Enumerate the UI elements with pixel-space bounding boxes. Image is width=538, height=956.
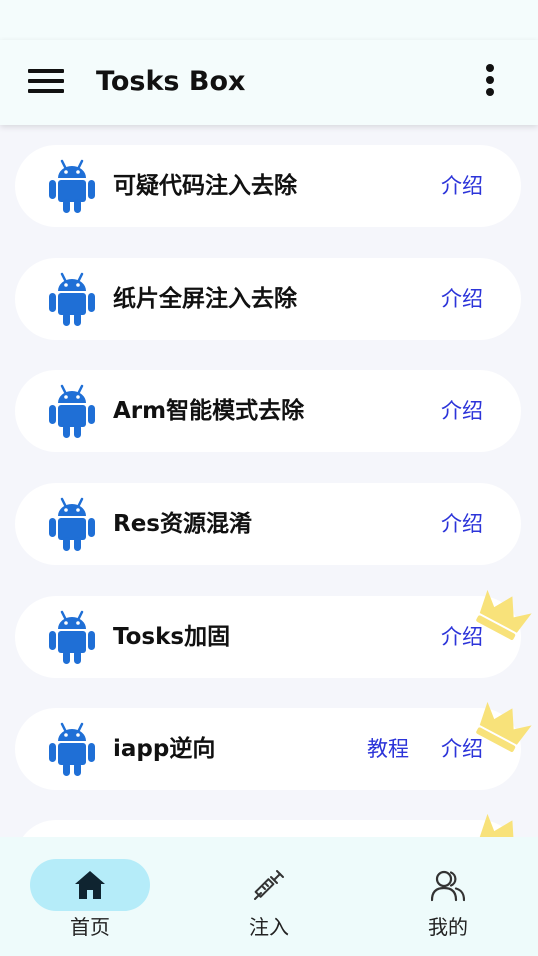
more-vertical-icon[interactable] — [478, 62, 502, 100]
more-dot — [486, 88, 494, 96]
tutorial-link[interactable]: 教程 — [367, 730, 409, 768]
android-icon — [49, 610, 95, 664]
menu-line — [28, 69, 64, 73]
home-icon — [75, 871, 105, 899]
menu-line — [28, 89, 64, 93]
android-icon — [49, 384, 95, 438]
android-icon — [49, 722, 95, 776]
list-item-label: Tosks加固 — [113, 624, 231, 650]
list-item-arm-smart-mode[interactable]: Arm智能模式去除 介绍 — [15, 370, 521, 452]
intro-link[interactable]: 介绍 — [441, 167, 483, 205]
menu-line — [28, 79, 64, 83]
intro-link[interactable]: 介绍 — [441, 392, 483, 430]
list-item-label: 可疑代码注入去除 — [113, 173, 297, 199]
nav-inject[interactable]: 注入 — [209, 859, 329, 949]
android-icon — [49, 159, 95, 213]
bottom-navigation: 首页 注入 我的 — [0, 837, 538, 956]
app-title: Tosks Box — [96, 66, 246, 97]
more-dot — [486, 64, 494, 72]
tool-list: 可疑代码注入去除 介绍 纸片全屏注入去除 介绍 Arm智能模式去除 介绍 Res… — [0, 125, 538, 837]
more-dot — [486, 76, 494, 84]
list-item-suspicious-code[interactable]: 可疑代码注入去除 介绍 — [15, 145, 521, 227]
list-item-label: Res资源混淆 — [113, 511, 252, 537]
crown-icon — [476, 701, 532, 752]
nav-mine[interactable]: 我的 — [388, 859, 508, 949]
nav-home[interactable]: 首页 — [30, 859, 150, 949]
list-item-fullscreen-injection[interactable]: 纸片全屏注入去除 介绍 — [15, 258, 521, 340]
list-item-label: iapp逆向 — [113, 736, 216, 762]
syringe-icon — [254, 870, 284, 900]
nav-label: 我的 — [428, 915, 468, 939]
list-item-tosks-hardening[interactable]: Tosks加固 介绍 — [15, 596, 521, 678]
users-icon — [431, 870, 465, 902]
app-screen: Tosks Box 可疑代码注入去除 介绍 纸片全屏注入去除 介绍 Arm智能模… — [0, 0, 538, 956]
android-icon — [49, 272, 95, 326]
list-item-res-obfuscation[interactable]: Res资源混淆 介绍 — [15, 483, 521, 565]
list-item-partial[interactable] — [15, 820, 521, 837]
list-item-label: Arm智能模式去除 — [113, 398, 305, 424]
status-bar — [0, 0, 538, 40]
intro-link[interactable]: 介绍 — [441, 280, 483, 318]
list-item-iapp-reverse[interactable]: iapp逆向 教程 介绍 — [15, 708, 521, 790]
android-icon — [49, 497, 95, 551]
hamburger-menu-icon[interactable] — [26, 68, 66, 96]
intro-link[interactable]: 介绍 — [441, 505, 483, 543]
nav-label: 首页 — [70, 915, 110, 939]
top-app-bar: Tosks Box — [0, 40, 538, 125]
crown-icon — [476, 589, 532, 640]
crown-icon — [479, 813, 532, 837]
list-item-label: 纸片全屏注入去除 — [113, 286, 297, 312]
nav-label: 注入 — [249, 915, 289, 939]
